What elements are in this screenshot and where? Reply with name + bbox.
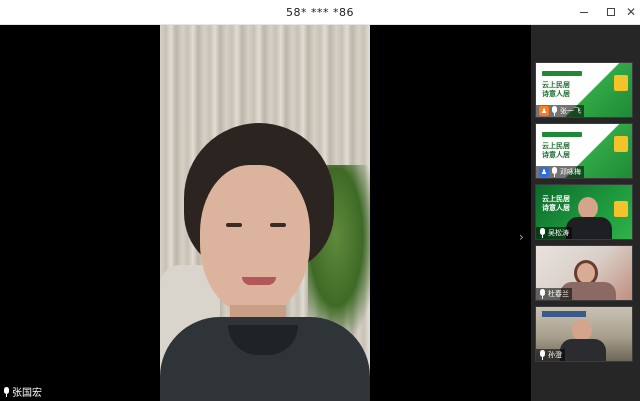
poster-subtitle: 诗意人居 [542,204,570,212]
participant-name: 张一飞 [560,107,581,115]
poster-banner [542,132,582,137]
participant-name-tag: ♟ 邓咏梅 [536,166,584,178]
participant-tile[interactable]: 云上民居 诗意人居 吴松涛 [535,184,633,240]
window-title: 58* *** *86 [286,6,354,19]
poster-subtitle: 诗意人居 [542,151,570,159]
speaker-video [160,25,370,401]
poster-banner [542,71,582,76]
participant-body [566,217,612,239]
microphone-icon [3,386,10,397]
close-icon: ✕ [625,5,637,19]
maximize-button[interactable] [602,3,620,21]
chevron-right-icon[interactable]: › [519,230,524,244]
main-video-area[interactable]: 张国宏 › [0,25,528,401]
participant-tile[interactable]: 杜春兰 [535,245,633,301]
host-icon: ♟ [539,106,549,116]
close-button[interactable]: ✕ [622,3,640,21]
microphone-icon [539,228,546,238]
event-logo [614,201,628,217]
participant-name: 吴松涛 [548,229,569,237]
maximize-icon [607,8,615,16]
participant-name-tag: 孙澄 [536,349,565,361]
participant-tile[interactable]: 孙澄 [535,306,633,362]
participant-name: 邓咏梅 [560,168,581,176]
participant-name-tag: 吴松涛 [536,227,572,239]
cohost-icon: ♟ [539,167,549,177]
microphone-icon [551,167,558,177]
speaker-name: 张国宏 [12,388,42,399]
title-bar: 58* *** *86 ✕ [0,0,640,25]
meeting-window: 58* *** *86 ✕ 张国宏 › 云上民居 诗意人居 ♟ 张一飞 云上民居… [0,0,640,401]
microphone-icon [539,350,546,360]
microphone-icon [539,289,546,299]
speaker-face [200,165,310,315]
poster-title: 云上民居 [542,195,570,203]
speaker-name-label: 张国宏 [3,384,42,399]
speaker-mouth [242,277,276,285]
event-logo [614,136,628,152]
speaker-eye-right [270,223,286,227]
participant-face [572,319,592,341]
speaker-eye-left [226,223,242,227]
participant-body [560,339,606,361]
poster-title: 云上民居 [542,81,570,89]
participant-name: 孙澄 [548,351,562,359]
participant-sidebar: 云上民居 诗意人居 ♟ 张一飞 云上民居 诗意人居 ♟ 邓咏梅 云上民居 诗意人… [531,25,640,401]
participant-tile[interactable]: 云上民居 诗意人居 ♟ 张一飞 [535,62,633,118]
event-logo [614,75,628,91]
minimize-icon [580,11,588,13]
virtual-background-banner [542,311,586,317]
microphone-icon [551,106,558,116]
participant-name: 杜春兰 [548,290,569,298]
participant-name-tag: ♟ 张一飞 [536,105,584,117]
participant-face [578,197,598,219]
participant-tile[interactable]: 云上民居 诗意人居 ♟ 邓咏梅 [535,123,633,179]
poster-title: 云上民居 [542,142,570,150]
minimize-button[interactable] [575,3,593,21]
poster-subtitle: 诗意人居 [542,90,570,98]
participant-name-tag: 杜春兰 [536,288,572,300]
